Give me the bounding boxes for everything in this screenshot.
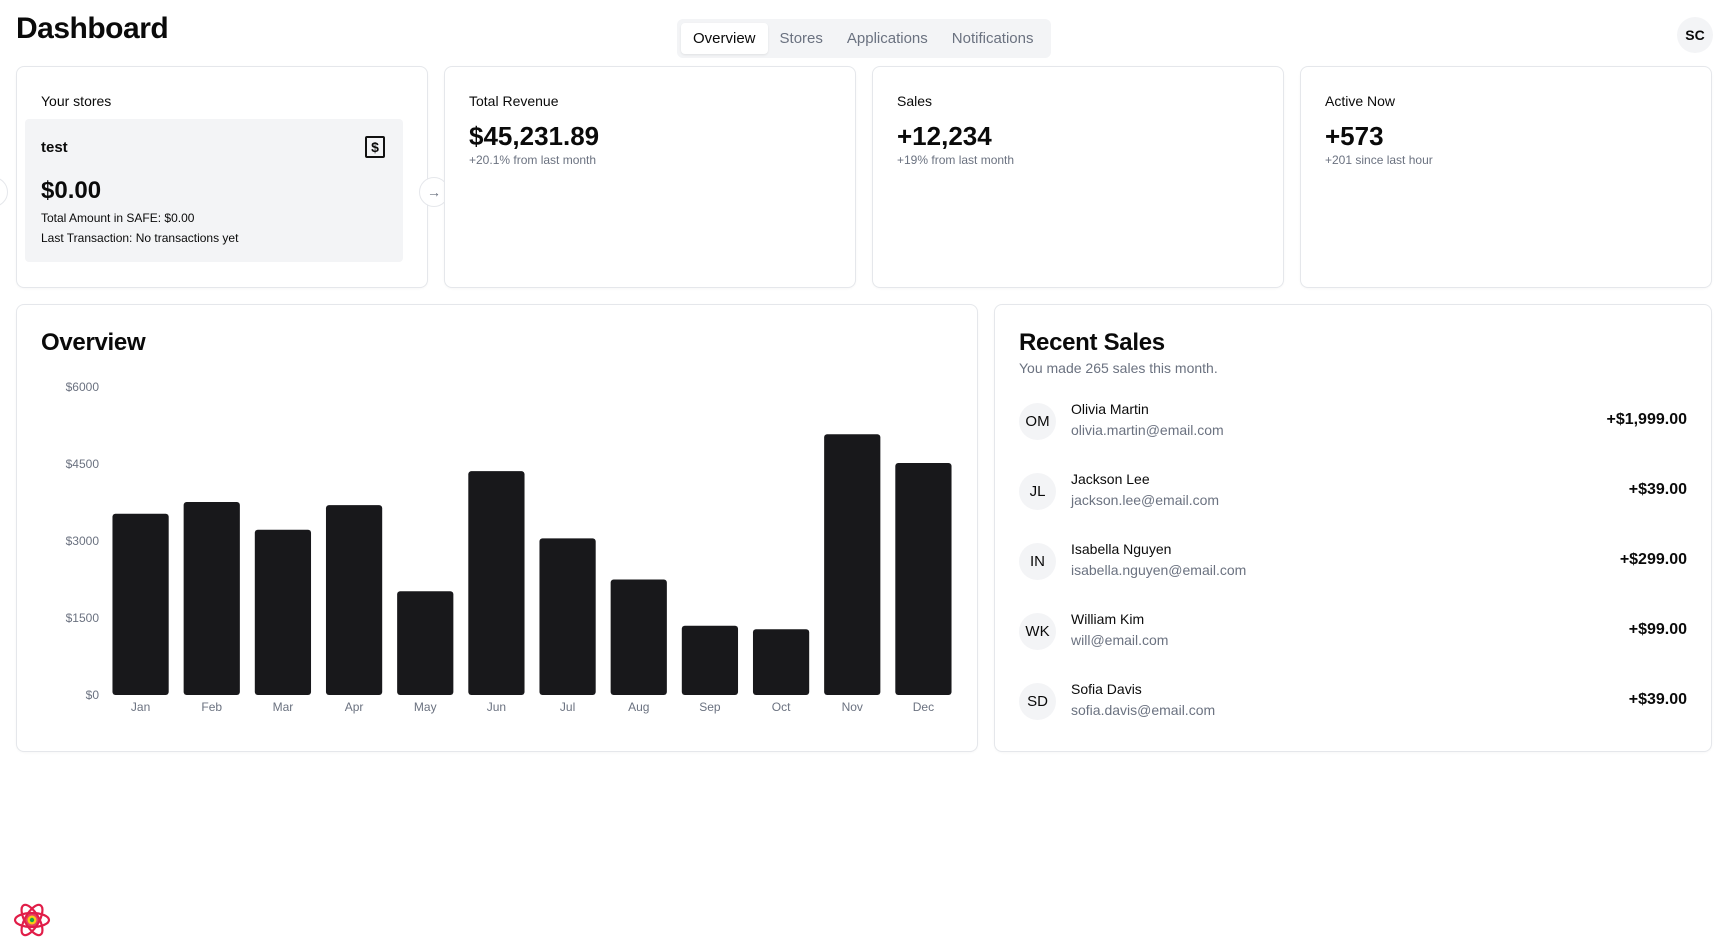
- x-tick-label: Dec: [913, 700, 934, 714]
- list-item: WK William Kim will@email.com +$99.00: [1019, 611, 1687, 655]
- sale-customer-email: will@email.com: [1071, 632, 1169, 648]
- x-tick-label: Feb: [201, 700, 222, 714]
- recent-sales-subtitle: You made 265 sales this month.: [1019, 360, 1218, 376]
- chart-bar-jul[interactable]: [539, 538, 596, 695]
- tab-applications[interactable]: Applications: [835, 23, 940, 54]
- recent-sales-card: Recent Sales You made 265 sales this mon…: [994, 304, 1712, 752]
- overview-card: Overview $6000 $4500 $3000 $1500 $0 Jan Feb Mar…: [16, 304, 978, 752]
- x-tick-label: Sep: [699, 700, 721, 714]
- store-amount: $0.00: [41, 177, 102, 204]
- x-tick-label: May: [414, 700, 437, 714]
- user-avatar[interactable]: SC: [1677, 17, 1713, 53]
- sale-customer-name: William Kim: [1071, 611, 1145, 627]
- store-name: test: [41, 139, 68, 156]
- page-title: Dashboard: [16, 12, 169, 45]
- sale-amount: +$1,999.00: [1606, 411, 1687, 428]
- sale-customer-name: Jackson Lee: [1071, 471, 1150, 487]
- stores-card: Your stores test $ $0.00 Total Amount in…: [16, 66, 428, 288]
- chart-bar-aug[interactable]: [610, 579, 667, 696]
- stat-value: +573: [1325, 121, 1384, 151]
- sale-customer-name: Olivia Martin: [1071, 401, 1149, 417]
- tab-stores[interactable]: Stores: [768, 23, 835, 54]
- tab-overview[interactable]: Overview: [681, 23, 768, 54]
- avatar: WK: [1019, 613, 1056, 650]
- overview-bar-chart: $6000 $4500 $3000 $1500 $0 Jan Feb Mar Apr May Jun…: [66, 380, 952, 714]
- chart-bar-feb[interactable]: [183, 501, 240, 695]
- stat-card-total-revenue: Total Revenue $45,231.89 +20.1% from las…: [444, 66, 856, 288]
- store-safe-amount: Total Amount in SAFE: $0.00: [41, 211, 195, 225]
- chart-bar-nov[interactable]: [824, 434, 881, 695]
- sale-customer-name: Sofia Davis: [1071, 681, 1142, 697]
- avatar: IN: [1019, 543, 1056, 580]
- stores-card-title: Your stores: [41, 93, 112, 109]
- sale-customer-email: olivia.martin@email.com: [1071, 422, 1224, 438]
- carousel-prev-button[interactable]: [0, 177, 8, 207]
- x-tick-label: Apr: [345, 700, 364, 714]
- sale-amount: +$299.00: [1619, 551, 1687, 568]
- x-tick-label: Jul: [560, 700, 575, 714]
- x-tick-label: Nov: [842, 700, 863, 714]
- stat-title: Sales: [897, 93, 933, 109]
- stat-subtext: +201 since last hour: [1325, 153, 1433, 167]
- chart-bar-jun[interactable]: [468, 471, 525, 695]
- avatar: OM: [1019, 403, 1056, 440]
- chart-bar-may[interactable]: [397, 591, 454, 695]
- stat-value: $45,231.89: [469, 121, 600, 151]
- store-item[interactable]: test $ $0.00 Total Amount in SAFE: $0.00…: [25, 119, 403, 262]
- overview-title: Overview: [41, 329, 146, 356]
- chart-bar-jan[interactable]: [112, 513, 169, 695]
- stat-subtext: +19% from last month: [897, 153, 1015, 167]
- arrow-right-icon: →: [427, 184, 441, 200]
- avatar: SD: [1019, 683, 1056, 720]
- chart-bar-mar[interactable]: [254, 529, 312, 695]
- recent-sales-title: Recent Sales: [1019, 329, 1165, 356]
- y-tick-label: $3000: [66, 534, 100, 548]
- list-item: SD Sofia Davis sofia.davis@email.com +$3…: [1019, 681, 1687, 725]
- tab-list: Overview Stores Applications Notificatio…: [677, 19, 1051, 58]
- sale-amount: +$99.00: [1628, 621, 1687, 638]
- stat-value: +12,234: [897, 121, 992, 151]
- chart-bar-dec[interactable]: [895, 462, 952, 695]
- react-logo-icon[interactable]: [12, 900, 52, 940]
- sale-customer-email: sofia.davis@email.com: [1071, 702, 1216, 718]
- stat-title: Active Now: [1325, 93, 1396, 109]
- y-tick-label: $4500: [66, 457, 100, 471]
- receipt-dollar-icon: $: [365, 136, 385, 158]
- store-last-transaction: Last Transaction: No transactions yet: [41, 231, 239, 245]
- sale-customer-name: Isabella Nguyen: [1071, 541, 1172, 557]
- sale-customer-email: isabella.nguyen@email.com: [1071, 562, 1247, 578]
- x-tick-label: Aug: [628, 700, 649, 714]
- x-tick-label: Oct: [772, 700, 791, 714]
- sale-amount: +$39.00: [1628, 691, 1687, 708]
- chart-bar-sep[interactable]: [681, 625, 739, 695]
- list-item: IN Isabella Nguyen isabella.nguyen@email…: [1019, 541, 1687, 585]
- sale-amount: +$39.00: [1628, 481, 1687, 498]
- y-tick-label: $0: [86, 688, 100, 702]
- tab-notifications[interactable]: Notifications: [940, 23, 1046, 54]
- x-tick-label: Jun: [487, 700, 506, 714]
- stat-subtext: +20.1% from last month: [469, 153, 597, 167]
- avatar: JL: [1019, 473, 1056, 510]
- stat-title: Total Revenue: [469, 93, 559, 109]
- y-tick-label: $1500: [66, 611, 100, 625]
- list-item: OM Olivia Martin olivia.martin@email.com…: [1019, 401, 1687, 445]
- stat-card-active-now: Active Now +573 +201 since last hour: [1300, 66, 1712, 288]
- y-tick-label: $6000: [66, 380, 100, 394]
- x-tick-label: Jan: [131, 700, 150, 714]
- chart-bar-oct[interactable]: [752, 629, 810, 695]
- stat-card-sales: Sales +12,234 +19% from last month: [872, 66, 1284, 288]
- chart-bar-apr[interactable]: [325, 505, 383, 695]
- x-tick-label: Mar: [273, 700, 294, 714]
- list-item: JL Jackson Lee jackson.lee@email.com +$3…: [1019, 471, 1687, 515]
- sale-customer-email: jackson.lee@email.com: [1071, 492, 1220, 508]
